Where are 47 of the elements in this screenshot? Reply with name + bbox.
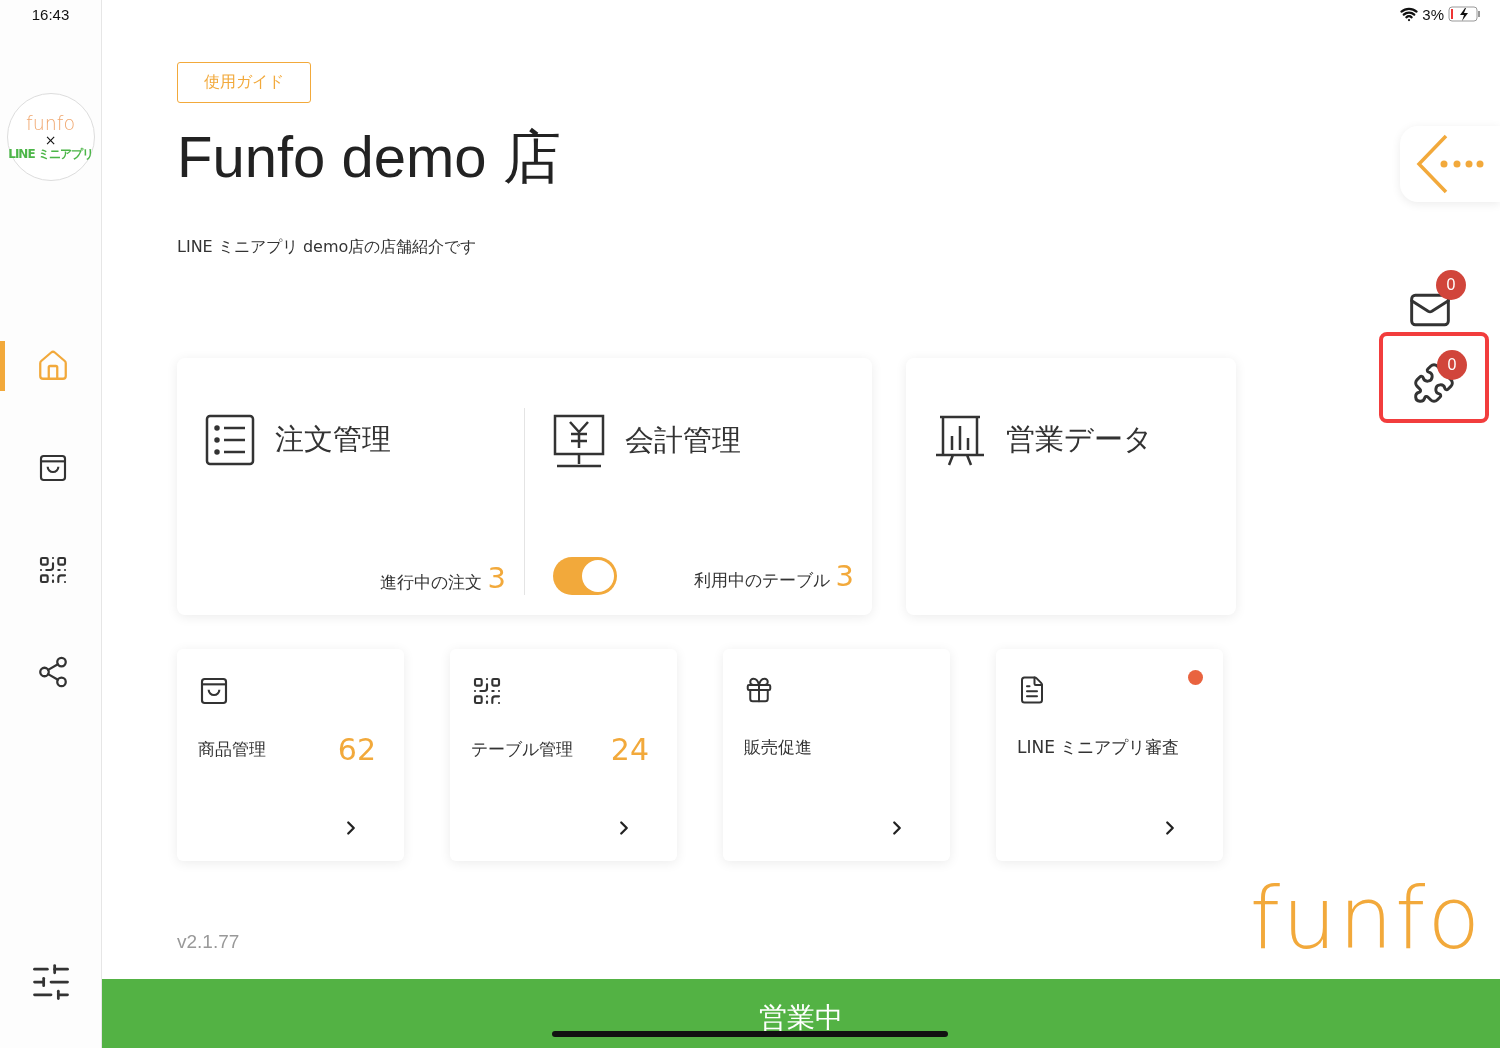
battery-percent: 3%: [1422, 5, 1444, 23]
list-icon: [205, 414, 255, 466]
tile-label: LINE ミニアプリ審査: [1017, 735, 1180, 759]
yen-monitor-icon: [553, 414, 605, 468]
card-title: 注文管理: [275, 421, 391, 458]
feature-tile[interactable]: テーブル管理 24: [450, 649, 677, 861]
qr-code-icon: [37, 554, 69, 586]
version-label: v2.1.77: [177, 931, 241, 953]
plugin-button[interactable]: 0: [1379, 332, 1489, 423]
status-time: 16:43: [31, 6, 70, 23]
gift-icon: [744, 675, 774, 705]
tile-count: 62: [337, 731, 376, 767]
logo-brand: funfo: [25, 113, 76, 133]
feature-tile[interactable]: 販売促進: [723, 649, 950, 861]
open-status-label: 営業中: [759, 999, 843, 1036]
tile-label: 商品管理: [198, 737, 266, 761]
tile-count: 24: [610, 731, 649, 767]
plugin-badge: 0: [1437, 350, 1467, 380]
store-title: Funfo demo 店: [177, 123, 561, 191]
card-count: 3: [487, 561, 506, 595]
bag-icon: [198, 675, 230, 707]
qr-code-icon: [471, 675, 503, 707]
mail-button[interactable]: 0: [1408, 270, 1466, 332]
management-card[interactable]: 注文管理 進行中の注文 3 会計管理 利用中のテーブル 3: [177, 358, 872, 615]
card-title: 会計管理: [625, 422, 741, 459]
logo-partner: LINE ミニアプリ: [8, 146, 93, 161]
presentation-chart-icon: [934, 414, 986, 466]
mail-badge: 0: [1436, 270, 1466, 300]
battery-icon: [1448, 6, 1482, 22]
toggle-switch[interactable]: [553, 557, 617, 595]
bag-icon: [37, 452, 69, 484]
arrow-left-icon: [1416, 133, 1484, 195]
feature-tile[interactable]: 商品管理 62: [177, 649, 404, 861]
sales-card[interactable]: 営業データ: [906, 358, 1236, 615]
feature-tile[interactable]: LINE ミニアプリ審査: [996, 649, 1223, 861]
card-title: 営業データ: [1006, 421, 1153, 458]
tile-label: テーブル管理: [471, 737, 573, 761]
network-icon: [36, 655, 70, 689]
store-description: LINE ミニアプリ demo店の店舗紹介です: [177, 237, 478, 258]
card-count: 3: [835, 559, 854, 593]
card-caption: 利用中のテーブル: [693, 569, 830, 592]
card-caption: 進行中の注文: [379, 571, 482, 594]
wifi-icon: [1400, 5, 1419, 23]
home-icon: [36, 349, 70, 383]
tile-label: 販売促進: [744, 735, 812, 759]
logo-cross: ×: [44, 132, 57, 147]
brand-logo: funfo: [1249, 868, 1482, 968]
